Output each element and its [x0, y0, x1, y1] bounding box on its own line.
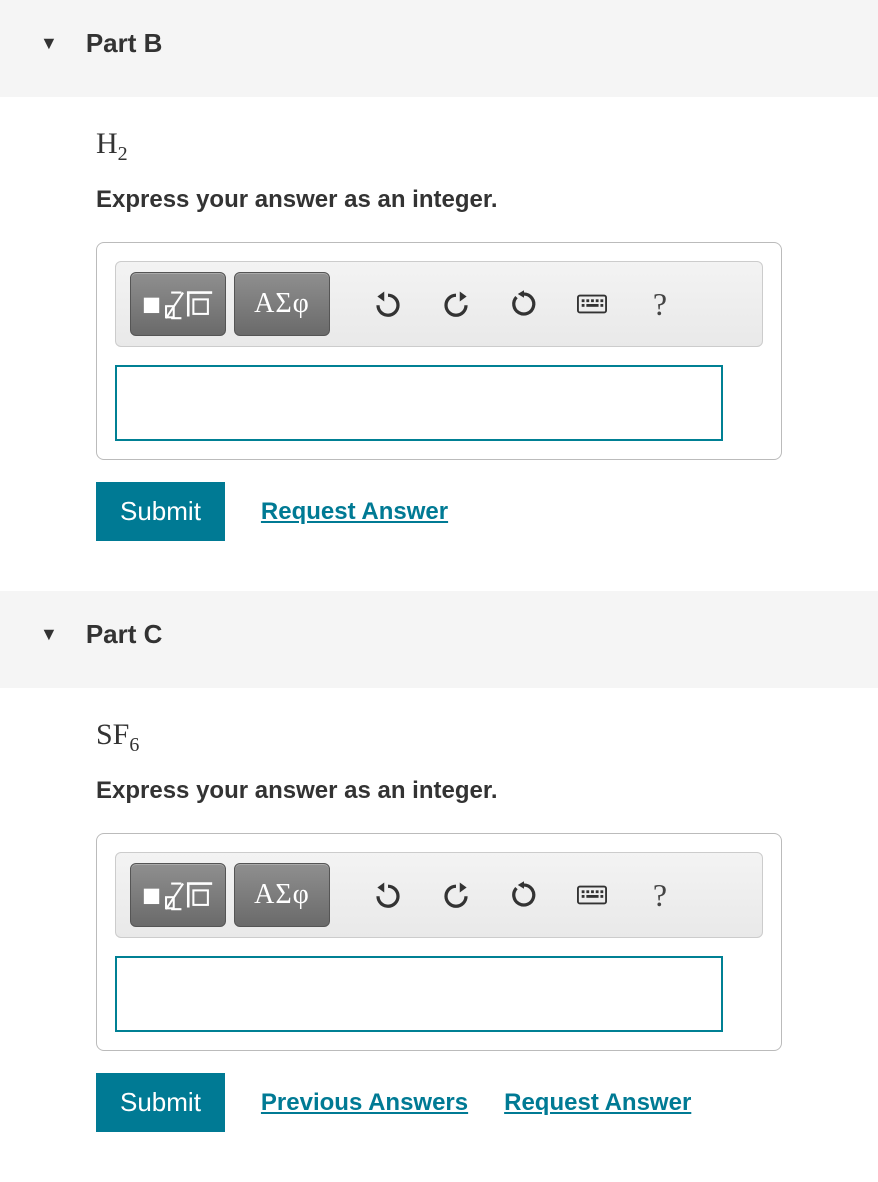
- answer-input[interactable]: [115, 365, 723, 441]
- keyboard-icon: [577, 289, 607, 319]
- part-header-c[interactable]: ▼ Part C: [0, 591, 878, 688]
- part-title: Part B: [86, 28, 163, 59]
- previous-answers-link[interactable]: Previous Answers: [261, 1089, 468, 1117]
- answer-box: ΑΣφ ?: [96, 833, 782, 1051]
- answer-box: ΑΣφ ?: [96, 242, 782, 460]
- formula-sub: 2: [118, 143, 128, 165]
- help-button[interactable]: ?: [630, 865, 690, 925]
- help-button[interactable]: ?: [630, 274, 690, 334]
- formula-main: H: [96, 127, 118, 160]
- caret-down-icon: ▼: [40, 33, 58, 54]
- instruction: Express your answer as an integer.: [96, 777, 782, 805]
- redo-icon: [441, 880, 471, 910]
- undo-button[interactable]: [358, 274, 418, 334]
- help-icon: ?: [653, 877, 667, 914]
- part-body-c: SF6 Express your answer as an integer. Α…: [0, 688, 878, 1182]
- equation-toolbar: ΑΣφ ?: [115, 852, 763, 938]
- part-header-b[interactable]: ▼ Part B: [0, 0, 878, 97]
- templates-button[interactable]: [130, 272, 226, 336]
- formula: H2: [96, 127, 782, 166]
- reset-button[interactable]: [494, 274, 554, 334]
- templates-icon: [137, 875, 219, 916]
- redo-icon: [441, 289, 471, 319]
- reset-icon: [509, 880, 539, 910]
- submit-button[interactable]: Submit: [96, 1073, 225, 1132]
- keyboard-icon: [577, 880, 607, 910]
- help-icon: ?: [653, 286, 667, 323]
- action-row: Submit Previous Answers Request Answer: [96, 1073, 782, 1132]
- instruction: Express your answer as an integer.: [96, 186, 782, 214]
- reset-button[interactable]: [494, 865, 554, 925]
- action-row: Submit Request Answer: [96, 482, 782, 541]
- redo-button[interactable]: [426, 274, 486, 334]
- caret-down-icon: ▼: [40, 624, 58, 645]
- formula-sub: 6: [129, 734, 139, 756]
- request-answer-link[interactable]: Request Answer: [504, 1089, 691, 1117]
- templates-button[interactable]: [130, 863, 226, 927]
- request-answer-link[interactable]: Request Answer: [261, 498, 448, 526]
- keyboard-button[interactable]: [562, 865, 622, 925]
- undo-icon: [373, 289, 403, 319]
- reset-icon: [509, 289, 539, 319]
- answer-input[interactable]: [115, 956, 723, 1032]
- redo-button[interactable]: [426, 865, 486, 925]
- part-title: Part C: [86, 619, 163, 650]
- formula: SF6: [96, 718, 782, 757]
- undo-icon: [373, 880, 403, 910]
- undo-button[interactable]: [358, 865, 418, 925]
- greek-button[interactable]: ΑΣφ: [234, 272, 330, 336]
- templates-icon: [137, 284, 219, 325]
- greek-button[interactable]: ΑΣφ: [234, 863, 330, 927]
- formula-main: SF: [96, 718, 129, 751]
- equation-toolbar: ΑΣφ ?: [115, 261, 763, 347]
- part-body-b: H2 Express your answer as an integer. ΑΣ…: [0, 97, 878, 591]
- submit-button[interactable]: Submit: [96, 482, 225, 541]
- keyboard-button[interactable]: [562, 274, 622, 334]
